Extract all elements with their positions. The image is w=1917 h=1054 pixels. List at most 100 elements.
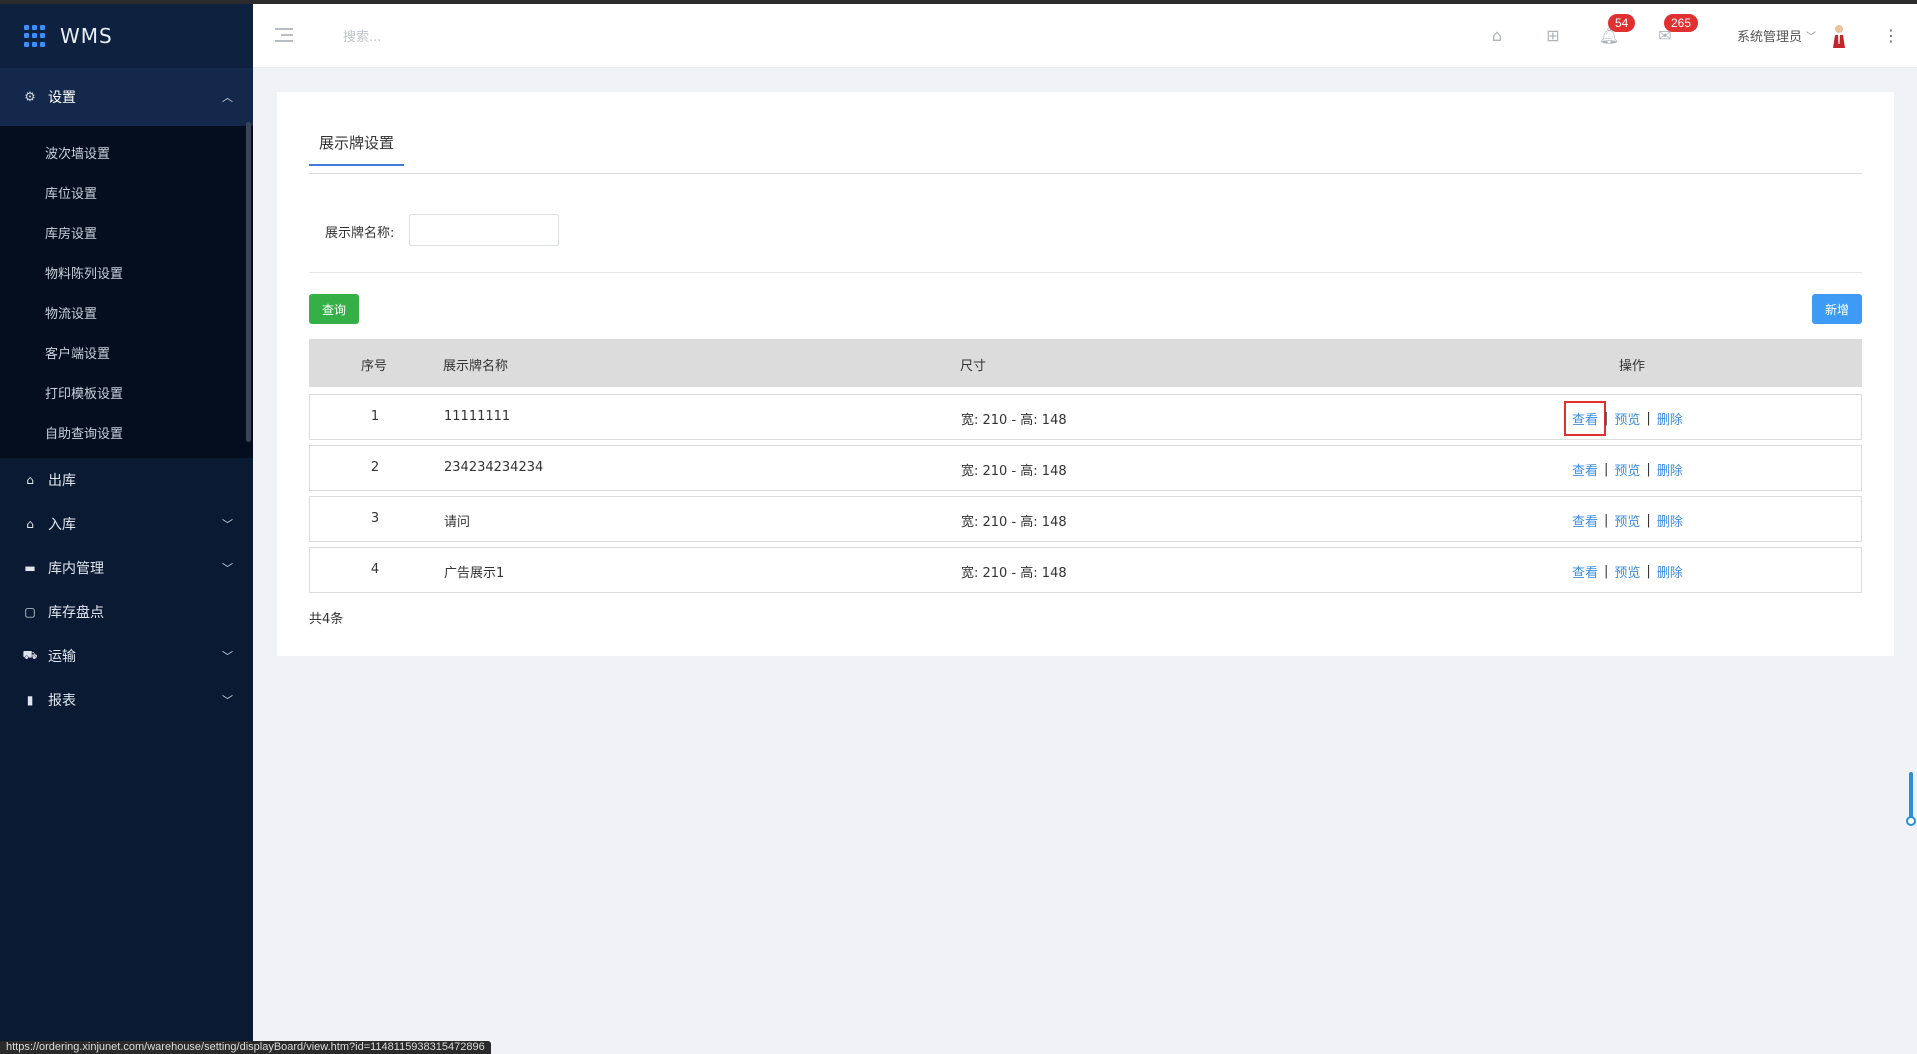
sidebar-item-label: 运输	[48, 649, 76, 665]
view-link[interactable]: 查看	[1572, 511, 1598, 530]
cell-actions: 查看 | 预览 | 删除	[1572, 562, 1683, 581]
cell-name: 234234234234	[444, 460, 544, 475]
home-icon[interactable]: ⌂	[1486, 24, 1508, 46]
sidebar-subitem-client[interactable]: 客户端设置	[0, 332, 253, 372]
cell-name: 请问	[444, 515, 471, 530]
settings-menu-group: ⚙ 设置 ︿ 波次墙设置 库位设置 库房设置 物料陈列设置 物流设置 客户端设置…	[0, 68, 253, 458]
sidebar-subitem-location[interactable]: 库位设置	[0, 172, 253, 212]
delete-link[interactable]: 删除	[1657, 562, 1683, 581]
sidebar-item-reports[interactable]: ▮ 报表 ﹀	[0, 678, 253, 722]
chevron-up-icon: ︿	[222, 91, 233, 104]
more-vertical-icon[interactable]: ⋮	[1883, 26, 1899, 45]
content-card: 展示牌设置 展示牌名称: 查询 新增 序号 展示牌名称 尺寸 操作 1 1111…	[277, 92, 1894, 656]
tab-divider	[309, 173, 1862, 174]
preview-link[interactable]: 预览	[1614, 460, 1640, 479]
preview-link[interactable]: 预览	[1614, 409, 1640, 428]
action-separator: |	[1646, 462, 1651, 477]
action-separator: |	[1646, 411, 1651, 426]
chevron-down-icon: ﹀	[1806, 32, 1817, 43]
filter-label: 展示牌名称:	[325, 226, 395, 241]
sidebar-item-in-warehouse[interactable]: ▬ 库内管理 ﹀	[0, 546, 253, 590]
view-link[interactable]: 查看	[1572, 460, 1598, 479]
user-name: 系统管理员	[1737, 30, 1803, 45]
side-slider-handle[interactable]	[1906, 816, 1916, 826]
sidebar-item-inbound[interactable]: ⌂ 入库 ﹀	[0, 502, 253, 546]
table-row: 2 234234234234 宽: 210 - 高: 148 查看 | 预览 |…	[309, 445, 1862, 491]
tab-display-board-settings[interactable]: 展示牌设置	[309, 132, 405, 166]
cell-actions: 查看 | 预览 | 删除	[1572, 511, 1683, 530]
cell-name: 广告展示1	[444, 566, 505, 581]
sidebar-item-inventory[interactable]: ▢ 库存盘点	[0, 590, 253, 634]
column-header-actions: 操作	[1619, 359, 1646, 374]
sidebar-item-label: 设置	[48, 90, 76, 106]
cell-size: 宽: 210 - 高: 148	[961, 413, 1067, 428]
warehouse-icon: ▬	[24, 561, 36, 575]
cell-size: 宽: 210 - 高: 148	[961, 464, 1067, 479]
chevron-down-icon: ﹀	[222, 694, 233, 707]
view-link[interactable]: 查看	[1563, 401, 1607, 436]
sidebar-item-outbound[interactable]: ⌂ 出库	[0, 458, 253, 502]
sidebar-item-settings[interactable]: ⚙ 设置 ︿	[0, 68, 253, 126]
status-bar-url: https://ordering.xinjunet.com/warehouse/…	[0, 1041, 491, 1054]
inventory-icon: ▢	[24, 605, 36, 619]
sidebar-subitem-warehouse[interactable]: 库房设置	[0, 212, 253, 252]
cell-size: 宽: 210 - 高: 148	[961, 566, 1067, 581]
sidebar-item-label: 出库	[48, 473, 76, 489]
search-input[interactable]	[343, 22, 543, 52]
delete-link[interactable]: 删除	[1657, 409, 1683, 428]
notification-badge: 54	[1608, 14, 1636, 32]
report-icon: ▮	[26, 693, 34, 707]
filter-divider	[309, 272, 1862, 273]
gear-icon: ⚙	[24, 89, 36, 105]
user-menu[interactable]: 系统管理员 ﹀	[1737, 26, 1816, 45]
column-header-index: 序号	[360, 359, 387, 374]
action-separator: |	[1604, 462, 1609, 477]
apps-icon[interactable]: ⊞	[1542, 24, 1564, 46]
table-row: 4 广告展示1 宽: 210 - 高: 148 查看 | 预览 | 删除	[309, 547, 1862, 593]
preview-link[interactable]: 预览	[1614, 511, 1640, 530]
inbound-icon: ⌂	[26, 517, 34, 531]
brand[interactable]: WMS	[0, 4, 253, 68]
view-link[interactable]: 查看	[1572, 562, 1598, 581]
sidebar: WMS ⚙ 设置 ︿ 波次墙设置 库位设置 库房设置 物料陈列设置 物流设置 客…	[0, 4, 253, 1054]
delete-link[interactable]: 删除	[1657, 511, 1683, 530]
chevron-down-icon: ﹀	[222, 518, 233, 531]
action-separator: |	[1604, 513, 1609, 528]
sidebar-subitem-self-query[interactable]: 自助查询设置	[0, 412, 253, 452]
preview-link[interactable]: 预览	[1614, 562, 1640, 581]
query-button[interactable]: 查询	[309, 294, 359, 324]
top-header: ⌂ ⊞ 🔔︎ 54 ✉ 265 系统管理员 ﹀ ⋮	[253, 4, 1917, 68]
brand-title: WMS	[60, 24, 113, 48]
action-separator: |	[1646, 513, 1651, 528]
column-header-size: 尺寸	[960, 359, 987, 374]
action-separator: |	[1604, 411, 1609, 426]
side-slider-track[interactable]	[1909, 772, 1913, 822]
sidebar-scrollbar[interactable]	[246, 122, 251, 442]
avatar[interactable]	[1831, 24, 1847, 48]
cell-actions: 查看 | 预览 | 删除	[1563, 401, 1683, 436]
message-icon[interactable]: ✉ 265	[1654, 14, 1699, 46]
board-name-input[interactable]	[409, 214, 559, 246]
sidebar-subitem-material-display[interactable]: 物料陈列设置	[0, 252, 253, 292]
sidebar-item-transport[interactable]: ⛟ 运输 ﹀	[0, 634, 253, 678]
message-badge: 265	[1664, 14, 1699, 32]
add-button[interactable]: 新增	[1812, 294, 1862, 324]
outbound-icon: ⌂	[26, 473, 34, 487]
cell-actions: 查看 | 预览 | 删除	[1572, 460, 1683, 479]
bell-icon[interactable]: 🔔︎ 54	[1598, 14, 1636, 46]
sidebar-item-label: 库存盘点	[48, 605, 104, 621]
menu-toggle-icon[interactable]	[275, 28, 293, 42]
apps-grid-icon	[24, 25, 46, 47]
delete-link[interactable]: 删除	[1657, 460, 1683, 479]
sidebar-item-label: 入库	[48, 517, 76, 533]
sidebar-item-label: 库内管理	[48, 561, 104, 577]
action-separator: |	[1604, 564, 1609, 579]
action-separator: |	[1646, 564, 1651, 579]
sidebar-subitem-wave-wall[interactable]: 波次墙设置	[0, 132, 253, 172]
chevron-down-icon: ﹀	[222, 650, 233, 663]
cell-index: 3	[370, 511, 380, 526]
cell-index: 2	[370, 460, 380, 475]
sidebar-subitem-print-template[interactable]: 打印模板设置	[0, 372, 253, 412]
cell-index: 4	[370, 562, 380, 577]
sidebar-subitem-logistics[interactable]: 物流设置	[0, 292, 253, 332]
